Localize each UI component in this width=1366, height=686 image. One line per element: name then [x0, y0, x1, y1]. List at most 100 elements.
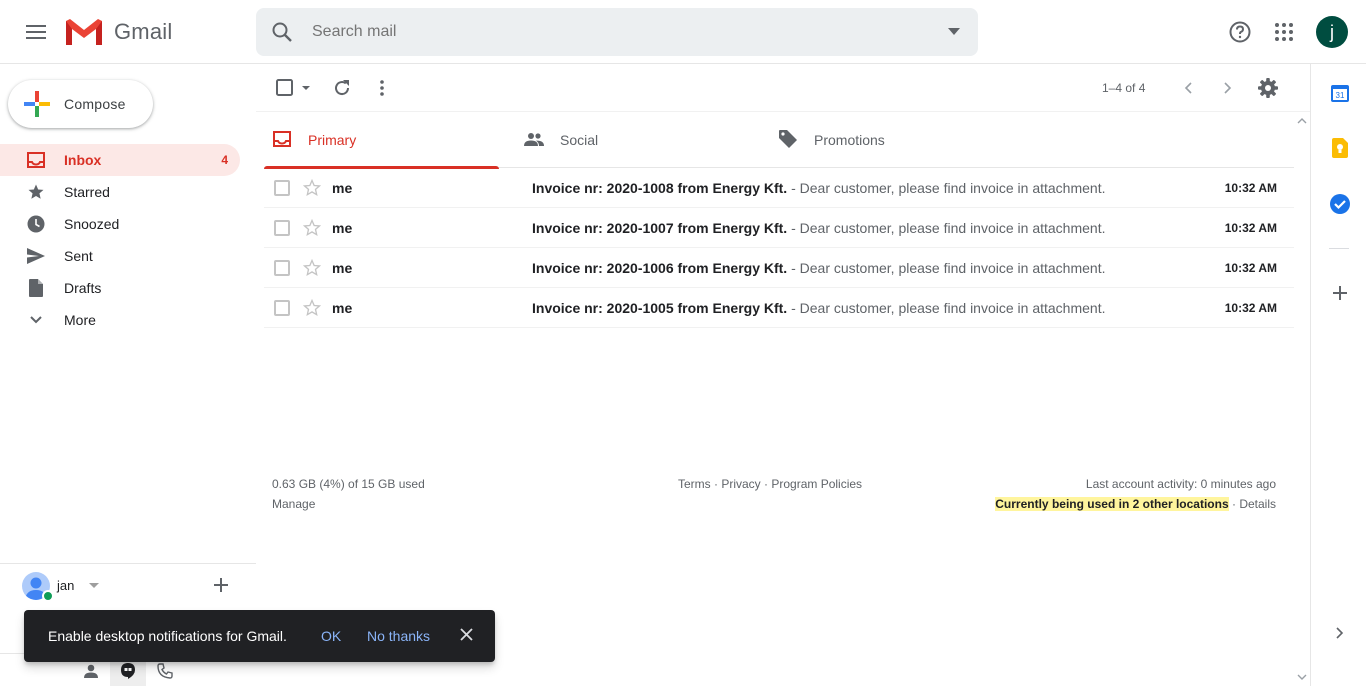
- sidebar-item-inbox[interactable]: Inbox 4: [0, 144, 240, 176]
- email-subject: Invoice nr: 2020-1005 from Energy Kft.: [532, 300, 788, 316]
- compose-button[interactable]: Compose: [8, 80, 153, 128]
- tab-social[interactable]: Social: [516, 112, 751, 168]
- email-summary: Invoice nr: 2020-1008 from Energy Kft. -…: [532, 180, 1105, 196]
- sidebar-item-label: Drafts: [64, 280, 102, 296]
- chevron-right-icon: [1336, 627, 1344, 639]
- star-icon[interactable]: [302, 298, 322, 318]
- star-icon[interactable]: [302, 178, 322, 198]
- scroll-up-icon[interactable]: [1297, 118, 1307, 124]
- email-time: 10:32 AM: [1224, 221, 1277, 235]
- tab-label: Primary: [308, 132, 357, 148]
- sidebar-item-label: More: [64, 312, 96, 328]
- inbox-icon: [26, 150, 46, 170]
- email-row[interactable]: me Invoice nr: 2020-1006 from Energy Kft…: [264, 248, 1294, 288]
- last-activity: Last account activity: 0 minutes ago: [1085, 477, 1276, 491]
- sidebar-item-snoozed[interactable]: Snoozed: [0, 208, 240, 240]
- sidebar-nav: Inbox 4 Starred Snoozed Sent Drafts More: [0, 144, 256, 336]
- email-row[interactable]: me Invoice nr: 2020-1007 from Energy Kft…: [264, 208, 1294, 248]
- keep-button[interactable]: [1329, 137, 1351, 159]
- newer-button[interactable]: [1208, 68, 1248, 108]
- select-all-button[interactable]: [268, 68, 320, 108]
- email-checkbox[interactable]: [274, 300, 290, 316]
- account-initial: j: [1330, 21, 1334, 42]
- main-menu-button[interactable]: [16, 12, 56, 52]
- manage-storage-link[interactable]: Manage: [272, 494, 425, 514]
- chevron-down-icon: [26, 310, 46, 330]
- sidebar-item-label: Snoozed: [64, 216, 120, 232]
- scrollbar[interactable]: [1294, 112, 1310, 686]
- footer-separator: ·: [710, 477, 722, 491]
- search-icon[interactable]: [270, 20, 294, 44]
- hamburger-icon: [26, 25, 46, 39]
- tag-icon: [778, 129, 798, 149]
- email-summary: Invoice nr: 2020-1007 from Energy Kft. -…: [532, 220, 1105, 236]
- star-icon: [26, 182, 46, 202]
- toast-ok-button[interactable]: OK: [321, 628, 341, 644]
- unread-count: 4: [221, 153, 228, 167]
- search-bar[interactable]: [256, 8, 978, 56]
- status-caret-icon[interactable]: [89, 583, 99, 588]
- inbox-icon: [272, 129, 292, 149]
- star-icon[interactable]: [302, 218, 322, 238]
- terms-link[interactable]: Terms: [678, 477, 711, 491]
- tab-promotions[interactable]: Promotions: [770, 112, 1005, 168]
- tab-label: Social: [560, 132, 599, 148]
- more-actions-button[interactable]: [362, 68, 402, 108]
- sidebar-item-drafts[interactable]: Drafts: [0, 272, 240, 304]
- privacy-link[interactable]: Privacy: [721, 477, 760, 491]
- email-row[interactable]: me Invoice nr: 2020-1008 from Energy Kft…: [264, 168, 1294, 208]
- add-chat-icon[interactable]: [214, 578, 228, 592]
- sidebar-item-starred[interactable]: Starred: [0, 176, 240, 208]
- footer-separator: ·: [1228, 497, 1240, 511]
- email-subject: Invoice nr: 2020-1006 from Energy Kft.: [532, 260, 788, 276]
- email-snippet: - Dear customer, please find invoice in …: [787, 300, 1106, 316]
- category-tabs: Primary Social Promotions: [264, 112, 1294, 169]
- sidebar-item-label: Sent: [64, 248, 93, 264]
- refresh-button[interactable]: [322, 68, 362, 108]
- older-button[interactable]: [1168, 68, 1208, 108]
- calendar-button[interactable]: 31: [1329, 82, 1351, 104]
- online-status-icon: [42, 590, 54, 602]
- program-policies-link[interactable]: Program Policies: [771, 477, 862, 491]
- sidebar-item-sent[interactable]: Sent: [0, 240, 240, 272]
- email-snippet: - Dear customer, please find invoice in …: [787, 220, 1106, 236]
- hide-side-panel-button[interactable]: [1329, 622, 1351, 644]
- app-header: Gmail j: [0, 0, 1366, 64]
- details-link[interactable]: Details: [1239, 497, 1276, 511]
- search-options-icon[interactable]: [948, 28, 960, 35]
- keep-icon: [1332, 138, 1348, 158]
- email-checkbox[interactable]: [274, 220, 290, 236]
- help-icon: [1229, 21, 1251, 43]
- toast-no-thanks-button[interactable]: No thanks: [367, 628, 430, 644]
- scroll-down-icon[interactable]: [1297, 674, 1307, 680]
- star-icon[interactable]: [302, 258, 322, 278]
- search-input[interactable]: [312, 8, 912, 56]
- email-row[interactable]: me Invoice nr: 2020-1005 from Energy Kft…: [264, 288, 1294, 328]
- account-avatar[interactable]: j: [1316, 16, 1348, 48]
- mail-toolbar: 1–4 of 4: [256, 64, 1310, 112]
- refresh-icon: [335, 80, 350, 96]
- sidebar-item-more[interactable]: More: [0, 304, 240, 336]
- storage-usage: 0.63 GB (4%) of 15 GB used: [272, 477, 425, 491]
- email-time: 10:32 AM: [1224, 181, 1277, 195]
- support-button[interactable]: [1220, 12, 1260, 52]
- tasks-button[interactable]: [1329, 193, 1351, 215]
- email-summary: Invoice nr: 2020-1006 from Energy Kft. -…: [532, 260, 1105, 276]
- email-checkbox[interactable]: [274, 260, 290, 276]
- email-checkbox[interactable]: [274, 180, 290, 196]
- close-icon[interactable]: [460, 628, 473, 641]
- settings-button[interactable]: [1248, 68, 1288, 108]
- draft-icon: [26, 278, 46, 298]
- storage-info: 0.63 GB (4%) of 15 GB used Manage: [272, 474, 425, 514]
- footer-links: Terms · Privacy · Program Policies: [678, 474, 862, 494]
- tab-primary[interactable]: Primary: [264, 112, 499, 169]
- pagination-range: 1–4 of 4: [1102, 81, 1146, 95]
- hangouts-icon: [121, 662, 135, 679]
- gmail-logo[interactable]: Gmail: [64, 14, 172, 50]
- email-snippet: - Dear customer, please find invoice in …: [787, 180, 1106, 196]
- hangouts-user[interactable]: jan: [22, 572, 242, 602]
- clock-icon: [26, 214, 46, 234]
- get-addons-button[interactable]: [1329, 282, 1351, 304]
- account-activity: Last account activity: 0 minutes ago Cur…: [995, 474, 1276, 514]
- apps-button[interactable]: [1264, 12, 1304, 52]
